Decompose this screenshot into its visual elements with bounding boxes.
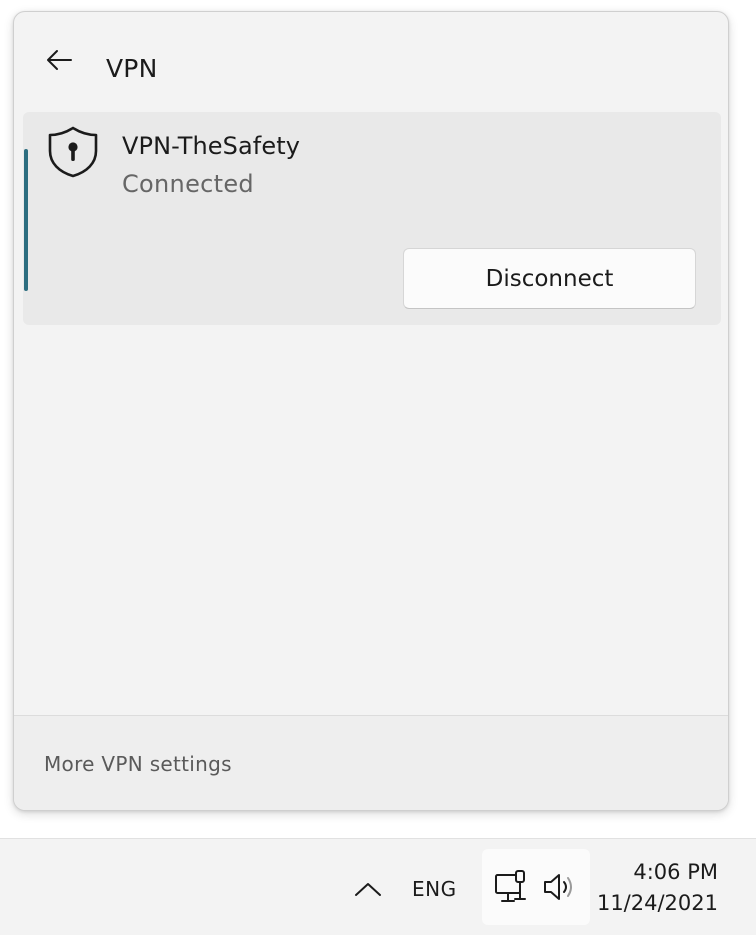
- chevron-up-icon: [355, 883, 381, 896]
- quick-settings-button[interactable]: [482, 849, 590, 925]
- clock-time: 4:06 PM: [633, 860, 718, 884]
- vpn-connection-status: Connected: [122, 170, 254, 198]
- flyout-title: VPN: [106, 54, 158, 83]
- arrow-left-icon: [47, 50, 72, 70]
- network-wired-icon: [495, 870, 526, 902]
- taskbar: ENG 4:06 PM 11/24/2021: [0, 838, 756, 935]
- speaker-icon: [544, 874, 572, 900]
- shield-lock-icon: [48, 126, 98, 178]
- vpn-flyout: VPN VPN-TheSafety Connected Disconnect M…: [13, 11, 729, 811]
- selected-indicator: [24, 149, 28, 291]
- back-button[interactable]: [38, 39, 80, 81]
- flyout-footer: More VPN settings: [14, 715, 728, 810]
- vpn-connection-card[interactable]: VPN-TheSafety Connected Disconnect: [23, 112, 721, 325]
- vpn-connection-name: VPN-TheSafety: [122, 132, 301, 160]
- clock-date: 11/24/2021: [596, 891, 718, 915]
- more-vpn-settings-link[interactable]: More VPN settings: [44, 752, 232, 776]
- clock[interactable]: 4:06 PM 11/24/2021: [597, 857, 718, 919]
- disconnect-button[interactable]: Disconnect: [403, 248, 696, 309]
- show-hidden-icons-button[interactable]: [350, 871, 386, 907]
- flyout-header: VPN: [14, 12, 728, 108]
- input-language-indicator[interactable]: ENG: [412, 877, 457, 901]
